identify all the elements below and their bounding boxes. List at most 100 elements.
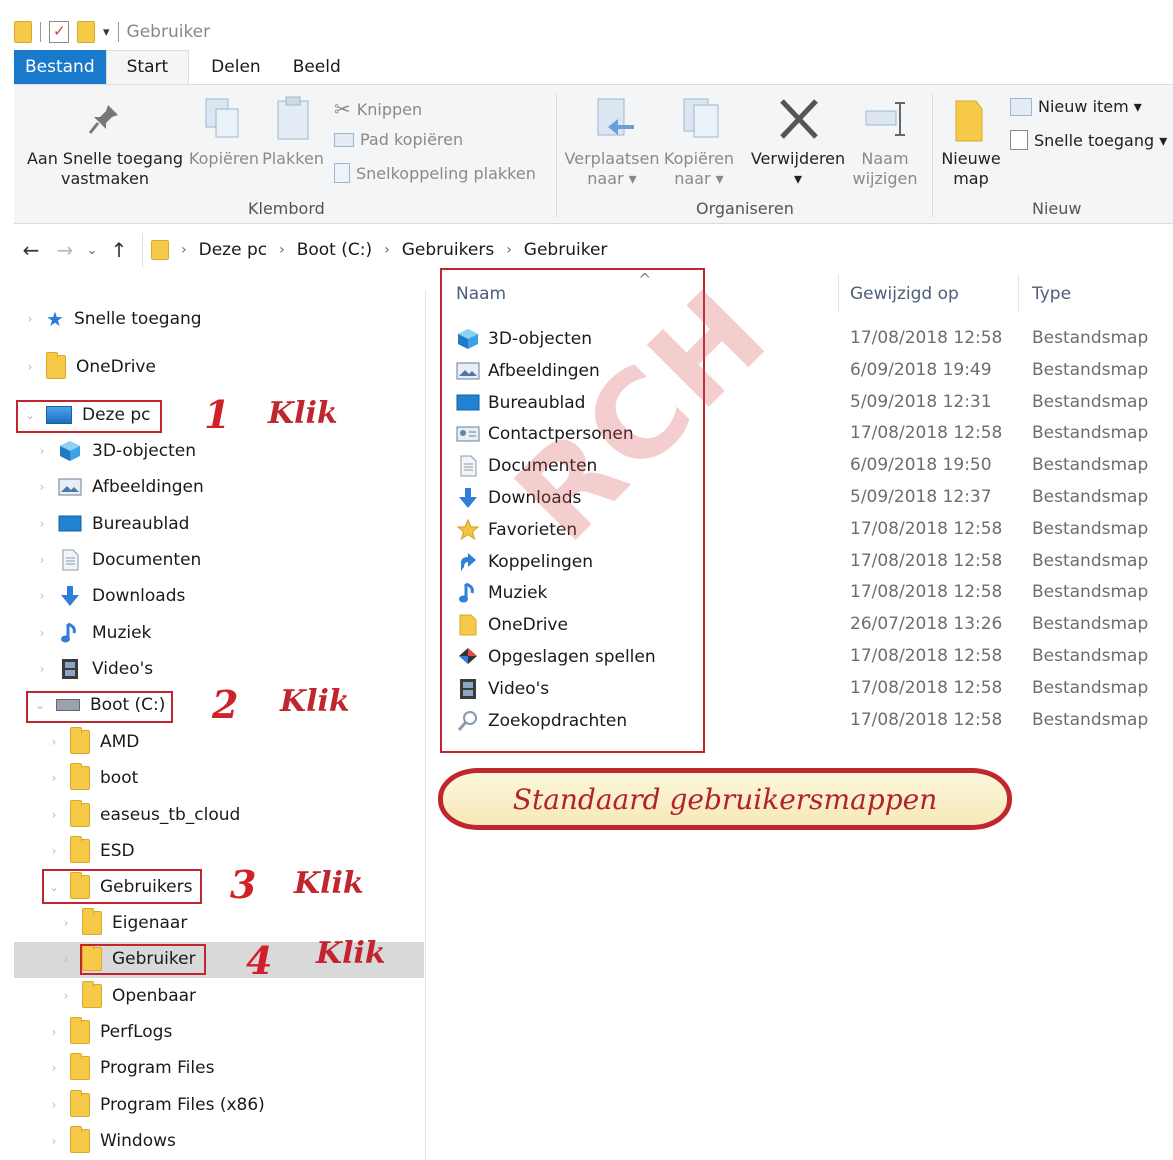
- file-modified-date: 17/08/2018 12:58: [850, 328, 1003, 348]
- chevron-right-icon[interactable]: ›: [24, 360, 36, 374]
- nav-pc-item[interactable]: › 3D-objecten: [36, 436, 196, 466]
- easy-access-icon: [1010, 130, 1028, 150]
- recent-locations-icon[interactable]: ⌄: [82, 243, 102, 258]
- file-modified-date: 26/07/2018 13:26: [850, 614, 1003, 635]
- crumb-boot[interactable]: Boot (C:): [297, 240, 372, 260]
- new-folder-label-line1: Nieuwe: [941, 149, 1001, 168]
- copy-button[interactable]: Kopiëren: [186, 149, 262, 169]
- chevron-right-icon[interactable]: ›: [36, 662, 48, 676]
- chevron-right-icon[interactable]: ›: [384, 242, 390, 258]
- delete-button[interactable]: Verwijderen ▾: [746, 149, 850, 189]
- nav-folder-item[interactable]: › AMD: [48, 727, 139, 757]
- chevron-right-icon[interactable]: ›: [48, 771, 60, 785]
- nav-pc-item[interactable]: › Bureaublad: [36, 509, 190, 539]
- ribbon-tabs: Bestand Start Delen Beeld: [14, 50, 363, 84]
- nav-user-folder-item[interactable]: › Eigenaar: [60, 908, 187, 938]
- new-folder-icon[interactable]: [77, 21, 95, 43]
- new-folder-icon: [955, 100, 983, 142]
- chevron-right-icon[interactable]: ›: [36, 626, 48, 640]
- chevron-right-icon[interactable]: ›: [48, 1098, 60, 1112]
- paste-shortcut-button[interactable]: Snelkoppeling plakken: [334, 163, 536, 183]
- nav-folder-item[interactable]: › Program Files: [48, 1053, 214, 1083]
- chevron-right-icon[interactable]: ›: [36, 444, 48, 458]
- music-icon: [58, 622, 82, 644]
- chevron-right-icon[interactable]: ›: [279, 242, 285, 258]
- nav-folder-item[interactable]: › ESD: [48, 835, 135, 866]
- nav-onedrive[interactable]: › OneDrive: [24, 352, 156, 382]
- copy-to-icon: [683, 98, 719, 138]
- nav-pc-item[interactable]: › Muziek: [36, 618, 151, 648]
- nav-user-folder-item[interactable]: › Openbaar: [60, 980, 196, 1011]
- file-type: Bestandsmap: [1032, 455, 1149, 476]
- nav-label: boot: [100, 768, 139, 789]
- chevron-right-icon[interactable]: ›: [60, 989, 72, 1003]
- chevron-right-icon[interactable]: ›: [48, 808, 60, 822]
- chevron-right-icon[interactable]: ›: [36, 517, 48, 531]
- chevron-right-icon[interactable]: ›: [48, 1134, 60, 1148]
- nav-pc-item[interactable]: › Afbeeldingen: [36, 472, 204, 502]
- back-icon[interactable]: ←: [14, 238, 48, 262]
- nav-folder-item[interactable]: › PerfLogs: [48, 1017, 172, 1047]
- nav-folder-item[interactable]: › Windows: [48, 1125, 176, 1156]
- chevron-right-icon[interactable]: ›: [60, 916, 72, 930]
- column-divider[interactable]: [838, 274, 839, 312]
- video-icon: [58, 658, 82, 680]
- new-folder-button[interactable]: Nieuwe map: [934, 149, 1008, 189]
- forward-icon[interactable]: →: [48, 238, 82, 262]
- file-modified-date: 17/08/2018 12:58: [850, 677, 1003, 698]
- file-modified-date: 17/08/2018 12:58: [850, 646, 1003, 666]
- copy-to-button[interactable]: Kopiëren naar ▾: [660, 149, 738, 189]
- tab-home[interactable]: Start: [105, 50, 190, 84]
- nav-quick-access[interactable]: › ★ Snelle toegang: [24, 304, 202, 334]
- chevron-right-icon[interactable]: ›: [24, 312, 36, 326]
- chevron-right-icon[interactable]: ›: [48, 735, 60, 749]
- crumb-users[interactable]: Gebruikers: [402, 240, 494, 260]
- chevron-right-icon[interactable]: ›: [36, 553, 48, 567]
- crumb-this-pc[interactable]: Deze pc: [199, 240, 267, 260]
- nav-label: Bureaublad: [92, 513, 190, 534]
- tab-view[interactable]: Beeld: [283, 50, 363, 84]
- chevron-right-icon[interactable]: ›: [181, 242, 187, 258]
- up-icon[interactable]: ↑: [102, 238, 136, 262]
- chevron-right-icon[interactable]: ›: [36, 480, 48, 494]
- easy-access-button[interactable]: Snelle toegang ▾: [1010, 130, 1167, 150]
- new-item-button[interactable]: Nieuw item ▾: [1010, 97, 1142, 116]
- file-type: Bestandsmap: [1032, 487, 1149, 507]
- customize-toolbar-icon[interactable]: ▾: [103, 25, 110, 40]
- chevron-right-icon[interactable]: ›: [60, 952, 72, 966]
- tab-share[interactable]: Delen: [189, 50, 283, 84]
- nav-folder-item[interactable]: › boot: [48, 763, 138, 793]
- cut-button[interactable]: ✂ Knippen: [334, 97, 422, 121]
- file-type: Bestandsmap: [1032, 359, 1149, 380]
- pin-quick-access-button[interactable]: Aan Snelle toegang vastmaken: [20, 149, 190, 189]
- paste-button[interactable]: Plakken: [261, 149, 325, 169]
- folder-icon: [70, 1125, 90, 1153]
- copy-path-button[interactable]: Pad kopiëren: [334, 130, 463, 149]
- highlight-box-users: [42, 869, 202, 904]
- chevron-right-icon[interactable]: ›: [36, 589, 48, 603]
- column-divider[interactable]: [1018, 274, 1019, 312]
- chevron-right-icon[interactable]: ›: [48, 844, 60, 858]
- column-header-type[interactable]: Type: [1032, 284, 1071, 304]
- tab-file[interactable]: Bestand: [14, 50, 106, 84]
- file-type: Bestandsmap: [1032, 518, 1149, 539]
- file-modified-date: 6/09/2018 19:49: [850, 359, 992, 380]
- move-to-button[interactable]: Verplaatsen naar ▾: [564, 149, 660, 189]
- rename-button[interactable]: Naam wijzigen: [846, 149, 924, 189]
- nav-pc-item[interactable]: › Video's: [36, 654, 153, 684]
- file-type: Bestandsmap: [1032, 550, 1149, 571]
- nav-folder-item[interactable]: › Program Files (x86): [48, 1089, 265, 1120]
- nav-pc-item[interactable]: › Downloads: [36, 581, 185, 611]
- nav-folder-item[interactable]: › easeus_tb_cloud: [48, 799, 240, 830]
- address-bar: ← → ⌄ ↑ › Deze pc › Boot (C:) › Gebruike…: [14, 226, 1173, 274]
- chevron-right-icon[interactable]: ›: [506, 242, 512, 258]
- file-type: Bestandsmap: [1032, 677, 1149, 698]
- pin-icon: [88, 105, 118, 134]
- chevron-right-icon[interactable]: ›: [48, 1061, 60, 1075]
- nav-pc-item[interactable]: › Documenten: [36, 545, 201, 575]
- chevron-right-icon[interactable]: ›: [48, 1025, 60, 1039]
- column-header-modified[interactable]: Gewijzigd op: [850, 284, 959, 304]
- desktop-icon: [58, 513, 82, 535]
- properties-icon[interactable]: [49, 21, 69, 43]
- crumb-user[interactable]: Gebruiker: [524, 240, 608, 260]
